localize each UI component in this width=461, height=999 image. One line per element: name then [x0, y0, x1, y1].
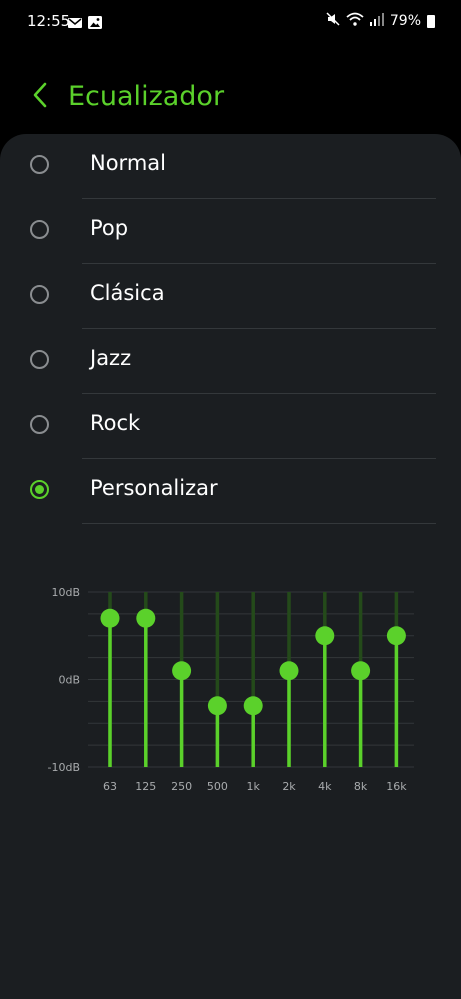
band-slider-knob-8k[interactable]: [351, 661, 371, 681]
page-title: Ecualizador: [68, 81, 225, 112]
image-icon: [88, 14, 102, 33]
mute-icon: [326, 12, 340, 30]
band-label: 125: [135, 780, 156, 793]
preset-label: Clásica: [90, 281, 165, 305]
radio-button[interactable]: [30, 415, 49, 434]
band-label: 16k: [386, 780, 407, 793]
preset-label: Normal: [90, 151, 166, 175]
chevron-left-icon: [32, 82, 48, 112]
band-slider-knob-4k[interactable]: [315, 626, 335, 646]
band-slider-knob-16k[interactable]: [386, 626, 406, 646]
band-label: 1k: [247, 780, 261, 793]
band-label: 8k: [354, 780, 368, 793]
band-label: 2k: [282, 780, 296, 793]
radio-button[interactable]: [30, 350, 49, 369]
preset-label: Pop: [90, 216, 129, 240]
band-slider-knob-2k[interactable]: [279, 661, 299, 681]
status-time: 12:55: [27, 12, 71, 30]
preset-label: Rock: [90, 411, 141, 435]
equalizer-card: Normal Pop Clásica Jazz Rock Personaliza…: [0, 134, 461, 999]
y-axis-label: -10dB: [48, 761, 81, 774]
preset-option-clasica[interactable]: Clásica: [0, 264, 461, 329]
radio-button[interactable]: [30, 285, 49, 304]
band-label: 250: [171, 780, 192, 793]
signal-icon: [369, 12, 384, 30]
preset-option-personalizar[interactable]: Personalizar: [0, 459, 461, 524]
header: Ecualizador: [0, 72, 461, 122]
preset-label: Personalizar: [90, 476, 218, 500]
preset-option-jazz[interactable]: Jazz: [0, 329, 461, 394]
preset-label: Jazz: [90, 346, 132, 370]
preset-option-normal[interactable]: Normal: [0, 134, 461, 199]
band-label: 4k: [318, 780, 332, 793]
back-button[interactable]: [25, 80, 55, 114]
band-slider-knob-1k[interactable]: [243, 696, 263, 716]
radio-button[interactable]: [30, 155, 49, 174]
band-slider-knob-63[interactable]: [100, 608, 120, 628]
band-slider-knob-125[interactable]: [136, 608, 156, 628]
preset-option-rock[interactable]: Rock: [0, 394, 461, 459]
mail-icon: [68, 14, 82, 33]
radio-button[interactable]: [30, 220, 49, 239]
status-left-icons: [68, 14, 102, 33]
band-label: 63: [103, 780, 117, 793]
divider: [82, 523, 436, 524]
band-slider-knob-250[interactable]: [172, 661, 192, 681]
equalizer-graph: 10dB 0dB -10dB 63 125 250 500 1k 2k 4k 8k 16k: [0, 574, 461, 804]
band-slider-knob-500[interactable]: [207, 696, 227, 716]
y-axis-label: 0dB: [58, 674, 80, 687]
battery-icon: [427, 14, 435, 28]
radio-button-selected[interactable]: [30, 480, 49, 499]
battery-level: 79%: [389, 13, 421, 29]
y-axis-label: 10dB: [51, 586, 80, 599]
preset-option-pop[interactable]: Pop: [0, 199, 461, 264]
status-right: 79%: [326, 12, 435, 30]
band-label: 500: [207, 780, 228, 793]
wifi-icon: [346, 12, 364, 30]
equalizer-svg: 10dB 0dB -10dB 63 125 250 500 1k 2k 4k 8k 16k: [48, 586, 414, 793]
status-bar: 12:55 79%: [0, 0, 461, 44]
